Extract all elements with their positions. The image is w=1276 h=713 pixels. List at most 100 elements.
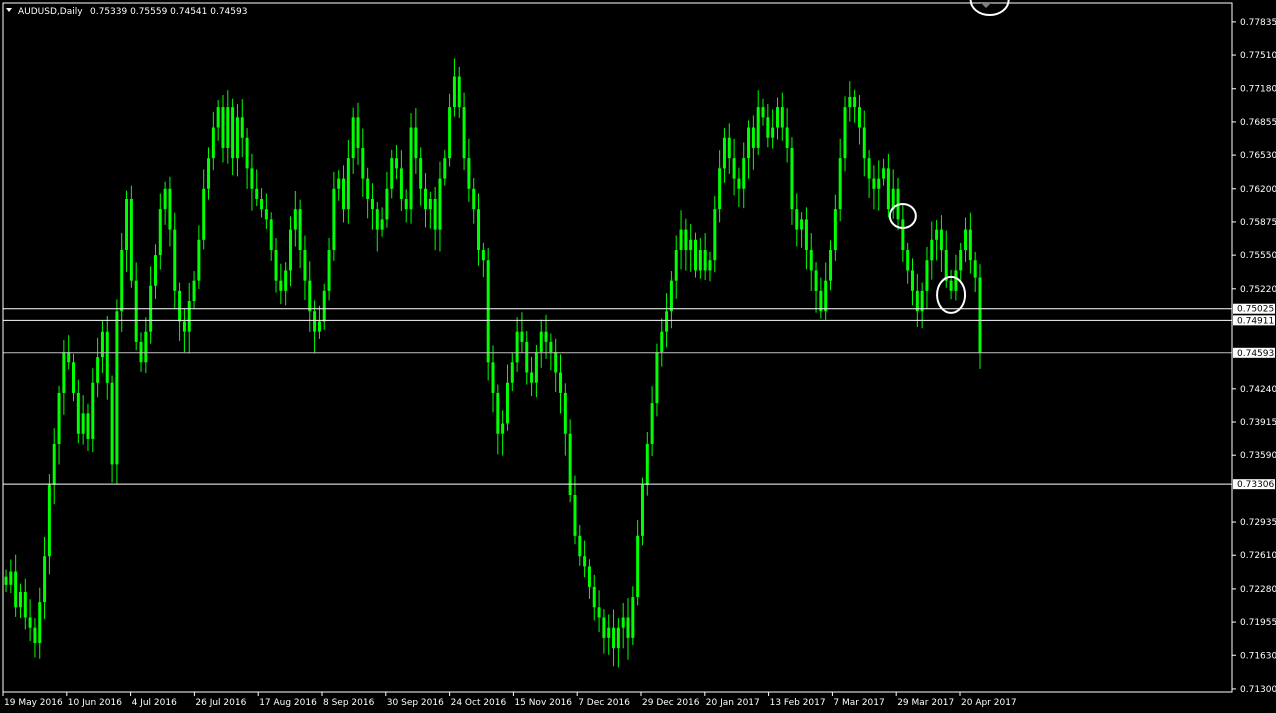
candle-body bbox=[96, 357, 100, 383]
y-tick-label: 0.73915 bbox=[1240, 418, 1276, 428]
candle-body bbox=[901, 219, 905, 251]
candle-body bbox=[457, 76, 461, 108]
candle-body bbox=[279, 280, 283, 291]
candle-body bbox=[395, 158, 399, 169]
candle-body bbox=[766, 117, 770, 138]
candle-body bbox=[293, 209, 297, 230]
candle-body bbox=[163, 188, 167, 210]
candle-body bbox=[486, 260, 490, 363]
x-tick-label: 17 Aug 2016 bbox=[259, 698, 317, 708]
candle-body bbox=[250, 168, 254, 189]
x-tick-label: 7 Dec 2016 bbox=[578, 698, 630, 708]
candle bbox=[115, 299, 119, 484]
candle-body bbox=[814, 270, 818, 291]
candle-body bbox=[559, 372, 563, 393]
candle-body bbox=[597, 607, 601, 618]
candle-body bbox=[578, 535, 582, 557]
x-tick-label: 19 May 2016 bbox=[4, 698, 63, 708]
candle-body bbox=[477, 209, 481, 251]
candle-body bbox=[38, 602, 42, 644]
candle-body bbox=[737, 178, 741, 189]
candle-body bbox=[853, 96, 857, 108]
candle-body bbox=[780, 107, 784, 128]
y-tick-label: 0.72280 bbox=[1240, 585, 1276, 595]
candle-body bbox=[679, 229, 683, 251]
x-tick-label: 10 Jun 2016 bbox=[68, 698, 122, 708]
candle-body bbox=[833, 209, 837, 251]
candle-body bbox=[231, 107, 235, 159]
candle-body bbox=[800, 219, 804, 230]
candle-body bbox=[592, 586, 596, 608]
candle-body bbox=[260, 198, 264, 210]
candle-body bbox=[496, 392, 500, 434]
candle-body bbox=[52, 443, 56, 485]
candle-body bbox=[361, 147, 365, 179]
x-tick-label: 20 Apr 2017 bbox=[961, 698, 1017, 708]
candle-body bbox=[949, 280, 953, 291]
x-tick-label: 26 Jul 2016 bbox=[195, 698, 246, 708]
candle-body bbox=[134, 280, 138, 342]
y-tick-label: 0.76200 bbox=[1240, 185, 1276, 195]
candle-body bbox=[423, 188, 427, 210]
candle-body bbox=[120, 250, 124, 312]
candle-body bbox=[23, 591, 27, 618]
candle-body bbox=[313, 311, 317, 332]
price-chart[interactable]: 0.750250.74911 0.73306 0.74593 0.77835 0.77… bbox=[0, 0, 1276, 713]
candle-body bbox=[795, 209, 799, 230]
candle-body bbox=[9, 571, 13, 585]
candle-body bbox=[930, 239, 934, 261]
candle-body bbox=[920, 290, 924, 312]
candle-body bbox=[153, 255, 157, 286]
candle-body bbox=[906, 250, 910, 271]
candle bbox=[486, 248, 490, 381]
candle-body bbox=[761, 107, 765, 118]
y-tick-label: 0.75220 bbox=[1240, 285, 1276, 295]
candle-body bbox=[72, 362, 76, 393]
candle-body bbox=[544, 331, 548, 342]
candle-body bbox=[727, 137, 731, 159]
candle-body bbox=[327, 250, 331, 291]
candle-body bbox=[284, 270, 288, 291]
candle-body bbox=[67, 352, 71, 363]
y-tick-label: 0.72610 bbox=[1240, 551, 1276, 561]
candle-body bbox=[612, 627, 616, 649]
candle-body bbox=[872, 178, 876, 189]
candle-body bbox=[139, 341, 143, 363]
candle bbox=[129, 185, 133, 288]
candle-body bbox=[819, 290, 823, 312]
candle-body bbox=[520, 331, 524, 342]
candle-body bbox=[510, 362, 514, 383]
candle-body bbox=[867, 158, 871, 179]
candle-body bbox=[245, 137, 249, 169]
candle-body bbox=[978, 277, 982, 354]
y-tick-label: 0.77835 bbox=[1240, 18, 1276, 28]
candle-body bbox=[534, 352, 538, 383]
candle-body bbox=[804, 219, 808, 251]
candle-body bbox=[568, 433, 572, 495]
candle-body bbox=[472, 188, 476, 210]
candle-body bbox=[669, 280, 673, 312]
candle-body bbox=[718, 168, 722, 210]
candle-body bbox=[713, 209, 717, 261]
y-tick-label: 0.77510 bbox=[1240, 51, 1276, 61]
candle-body bbox=[636, 535, 640, 598]
candle-body bbox=[790, 147, 794, 210]
candle-body bbox=[370, 198, 374, 210]
candle-body bbox=[650, 403, 654, 444]
level-label: 0.73306 bbox=[1237, 480, 1274, 490]
candle-body bbox=[824, 280, 828, 312]
candle-body bbox=[18, 591, 22, 608]
candle-body bbox=[404, 198, 408, 210]
candle-body bbox=[47, 484, 51, 557]
candle-body bbox=[317, 321, 321, 332]
candle-body bbox=[968, 229, 972, 261]
candle-body bbox=[380, 219, 384, 230]
candle-body bbox=[684, 229, 688, 251]
candle-body bbox=[452, 76, 456, 108]
x-tick-label: 7 Mar 2017 bbox=[833, 698, 884, 708]
candle-body bbox=[583, 556, 587, 567]
candle-body bbox=[505, 382, 509, 424]
candle-body bbox=[838, 158, 842, 210]
candle-body bbox=[515, 331, 519, 363]
candle-body bbox=[129, 198, 133, 281]
